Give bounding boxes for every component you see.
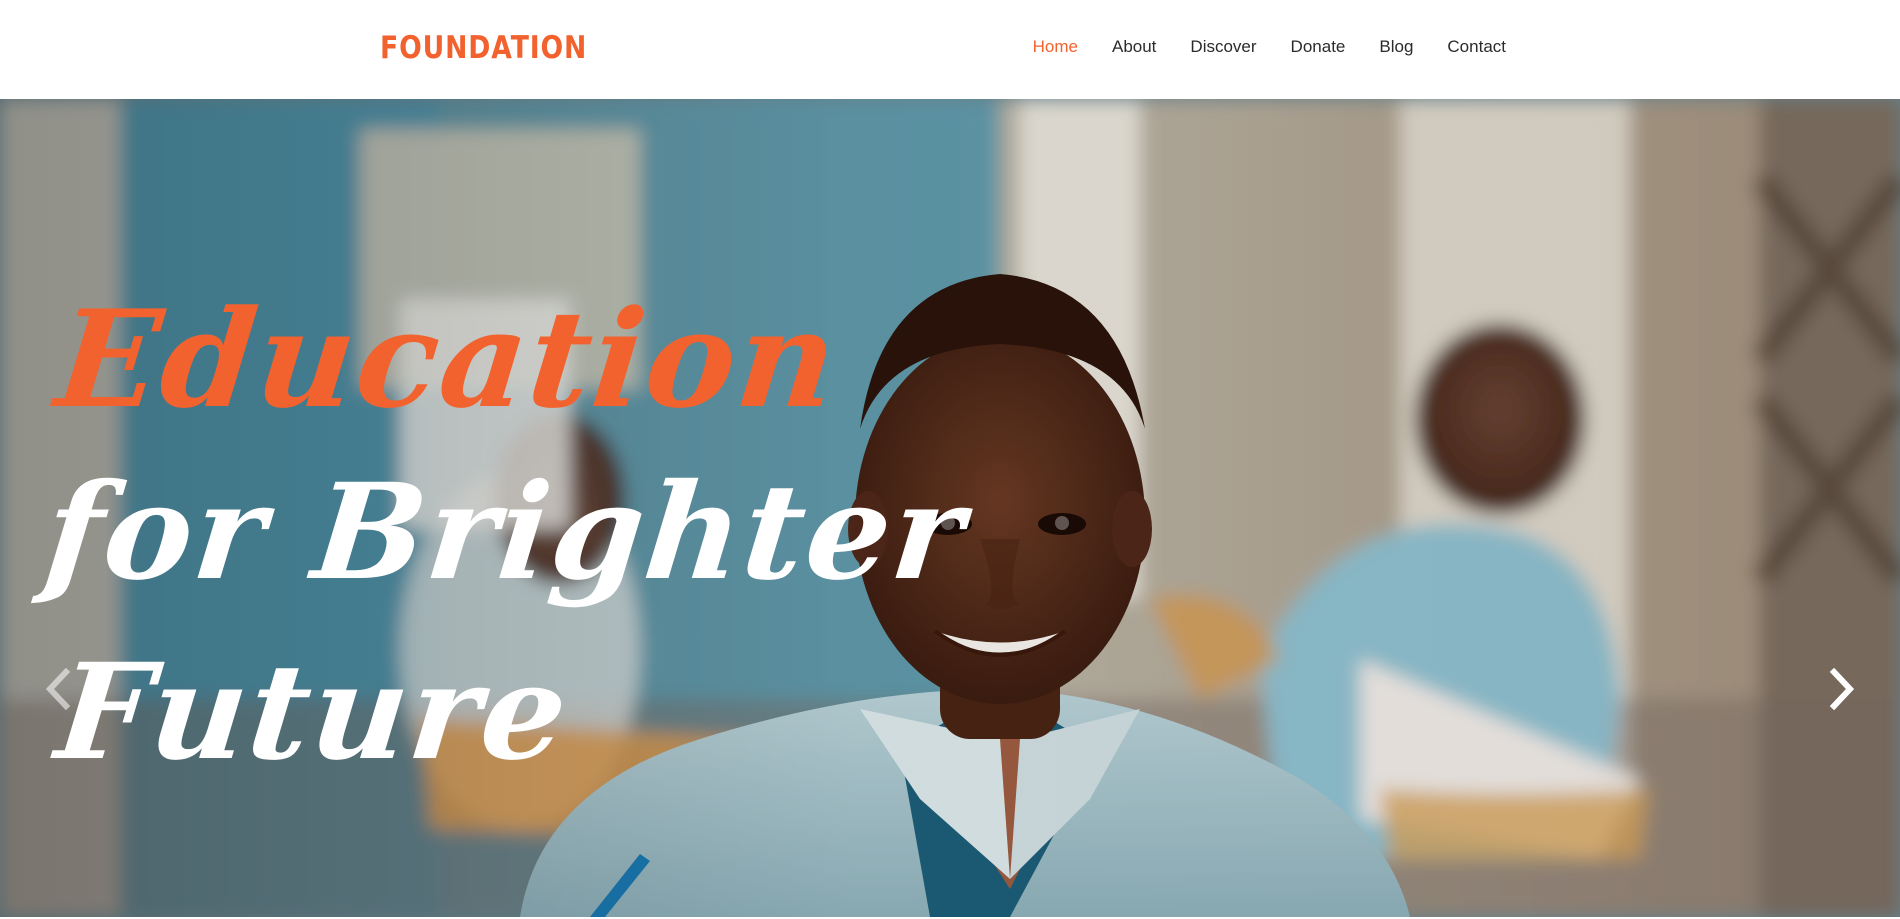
hero-headline-line-3: Future — [49, 635, 577, 790]
nav-donate-link[interactable]: Donate — [1291, 37, 1346, 57]
slider-prev-button[interactable] — [36, 659, 80, 719]
site-header: FOUNDATION Home About Discover Donate Bl… — [0, 0, 1900, 99]
chevron-left-icon — [45, 668, 71, 710]
main-navigation: Home About Discover Donate Blog Contact — [999, 35, 1506, 59]
nav-about-link[interactable]: About — [1112, 37, 1156, 57]
nav-home-link[interactable]: Home — [1033, 37, 1078, 57]
site-logo[interactable]: FOUNDATION — [380, 28, 587, 68]
nav-blog-link[interactable]: Blog — [1379, 37, 1413, 57]
slider-next-button[interactable] — [1820, 659, 1864, 719]
nav-discover-link[interactable]: Discover — [1190, 37, 1256, 57]
hero-headline-line-1: Education — [49, 280, 846, 438]
hero-slider: Education for Brighter Future — [0, 99, 1900, 917]
chevron-right-icon — [1829, 668, 1855, 710]
nav-contact-link[interactable]: Contact — [1447, 37, 1506, 57]
hero-headline-line-2: for Brighter — [37, 455, 973, 610]
